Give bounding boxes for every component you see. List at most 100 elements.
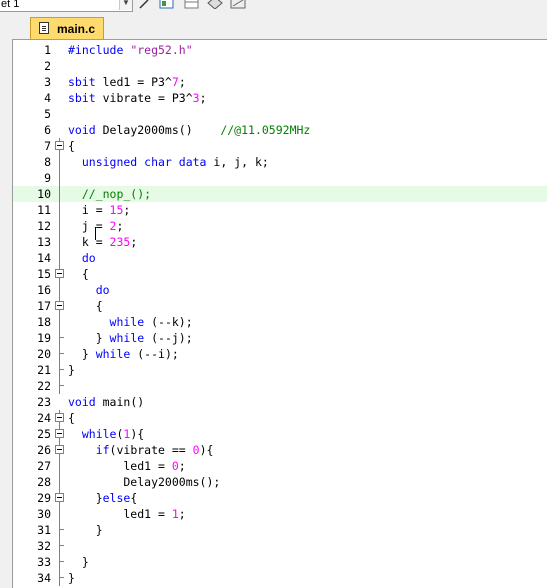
code-text: }else{ [68, 490, 138, 506]
code-text: } while (--j); [68, 330, 193, 346]
code-line[interactable]: 10 //_nop_(); [13, 186, 547, 202]
code-line[interactable]: 17 { [13, 298, 547, 314]
code-token: ){ [130, 427, 145, 441]
code-token: 1 [171, 507, 179, 521]
code-line[interactable]: 31 } [13, 522, 547, 538]
code-line[interactable]: 19 } while (--j); [13, 330, 547, 346]
target-select[interactable]: et 1 ▼ [0, 0, 133, 12]
target-select-value: et 1 [1, 0, 20, 10]
code-line[interactable]: 18 while (--k); [13, 314, 547, 330]
code-text: led1 = 1; [68, 506, 186, 522]
code-token: if [68, 443, 110, 457]
diamond-icon[interactable] [207, 0, 223, 9]
fold-guide [54, 458, 66, 474]
fold-collapse-icon[interactable] [54, 266, 66, 282]
code-line[interactable]: 5 [13, 106, 547, 122]
code-token: } [68, 491, 103, 505]
code-token: { [68, 411, 75, 425]
code-line[interactable]: 22 [13, 378, 547, 394]
tab-main-c[interactable]: main.c [30, 17, 104, 39]
code-line[interactable]: 9 [13, 170, 547, 186]
code-line[interactable]: 16 do [13, 282, 547, 298]
fold-collapse-icon[interactable] [54, 442, 66, 458]
code-token: { [68, 299, 103, 313]
code-token: ; [130, 235, 138, 249]
code-line[interactable]: 14 do [13, 250, 547, 266]
chevron-down-icon[interactable]: ▼ [119, 0, 132, 10]
code-line[interactable]: 32 [13, 538, 547, 554]
code-token: ; [178, 75, 186, 89]
code-line[interactable]: 15 { [13, 266, 547, 282]
line-number: 3 [44, 75, 51, 89]
code-line[interactable]: 23 void main() [13, 394, 547, 410]
line-number: 23 [37, 395, 51, 409]
code-token: ; [199, 91, 207, 105]
tools-icon[interactable] [230, 0, 246, 9]
code-line[interactable]: 2 [13, 58, 547, 74]
line-number: 32 [37, 539, 51, 553]
line-number: 1 [44, 43, 51, 57]
fold-collapse-icon[interactable] [54, 138, 66, 154]
code-line[interactable]: 21} [13, 362, 547, 378]
code-line[interactable]: 30 led1 = 1; [13, 506, 547, 522]
code-line[interactable]: 3 sbit led1 = P3^7; [13, 74, 547, 90]
code-line[interactable]: 11 i = 15; [13, 202, 547, 218]
code-line[interactable]: 29 }else{ [13, 490, 547, 506]
code-token: while [68, 427, 117, 441]
code-token: Delay2000ms(); [68, 475, 221, 489]
line-number: 16 [37, 283, 51, 297]
code-line[interactable]: 28 Delay2000ms(); [13, 474, 547, 490]
line-number: 34 [37, 571, 51, 585]
code-line[interactable]: 6 void Delay2000ms() //@11.0592MHz [13, 122, 547, 138]
code-token: 0 [171, 459, 179, 473]
magic-wand-icon[interactable] [138, 0, 154, 9]
line-number: 31 [37, 523, 51, 537]
code-text: sbit led1 = P3^7; [68, 74, 186, 90]
code-line[interactable]: 25 while(1){ [13, 426, 547, 442]
code-token: else [102, 491, 131, 505]
code-token: { [68, 267, 89, 281]
code-line[interactable]: 24 { [13, 410, 547, 426]
fold-collapse-icon[interactable] [54, 298, 66, 314]
code-line[interactable]: 34} [13, 570, 547, 586]
code-editor[interactable]: 1 #include "reg52.h" 2 3 sbit led1 = P3^7; 4 s… [12, 39, 547, 588]
code-text: Delay2000ms(); [68, 474, 220, 490]
file-icon [39, 22, 49, 34]
line-number: 15 [37, 267, 51, 281]
code-token: led1 = [68, 507, 172, 521]
code-token: main() [102, 395, 145, 409]
code-line[interactable]: 1 #include "reg52.h" [13, 42, 547, 58]
code-line[interactable]: 20 } while (--i); [13, 346, 547, 362]
fold-guide [54, 186, 66, 202]
code-text: { [68, 410, 75, 426]
fold-collapse-icon[interactable] [54, 410, 66, 426]
line-number: 29 [37, 491, 51, 505]
code-line[interactable]: 8 unsigned char data i, j, k; [13, 154, 547, 170]
fold-collapse-icon[interactable] [54, 490, 66, 506]
code-text: } while (--i); [68, 346, 179, 362]
code-line[interactable]: 26 if(vibrate == 0){ [13, 442, 547, 458]
code-line[interactable]: 33 } [13, 554, 547, 570]
code-text: { [68, 138, 75, 154]
fold-collapse-icon[interactable] [54, 426, 66, 442]
code-line[interactable]: 4 sbit vibrate = P3^3; [13, 90, 547, 106]
line-number: 8 [44, 155, 51, 169]
code-text: } [68, 554, 89, 570]
code-token: i, j, k; [213, 155, 269, 169]
line-number: 4 [44, 91, 51, 105]
layout-icon[interactable] [184, 0, 200, 9]
code-line[interactable]: 13 k = 235; [13, 234, 547, 250]
code-line[interactable]: 7{ [13, 138, 547, 154]
code-line[interactable]: 27 led1 = 0; [13, 458, 547, 474]
code-token: #include [68, 43, 131, 57]
code-text: #include "reg52.h" [68, 42, 193, 58]
code-token: ; [178, 507, 186, 521]
window-icon[interactable] [159, 0, 175, 9]
line-number: 25 [37, 427, 51, 441]
code-token: vibrate = P3^ [102, 91, 193, 105]
code-text: if(vibrate == 0){ [68, 442, 214, 458]
code-line[interactable]: 12 j = 2; [13, 218, 547, 234]
fold-guide [54, 506, 66, 522]
code-token: } [68, 347, 96, 361]
fold-end-marker [54, 346, 66, 362]
